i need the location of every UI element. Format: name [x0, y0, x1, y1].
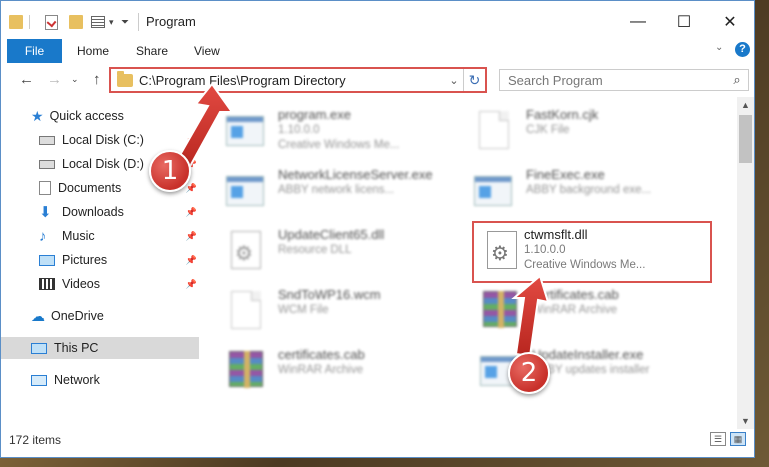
folder-icon — [9, 13, 23, 31]
view-toggle: ☰ ▦ — [710, 432, 746, 446]
dll-icon — [482, 231, 522, 273]
title-bar: ▾ ⏷ Program — ☐ ✕ — [1, 1, 754, 43]
scroll-up-icon[interactable]: ▲ — [737, 97, 754, 113]
back-arrow-icon[interactable]: ← — [19, 71, 34, 88]
pin-icon[interactable]: 📌 — [186, 135, 197, 146]
scroll-down-icon[interactable]: ▼ — [737, 413, 754, 429]
file-item-highlighted[interactable]: ctwmsflt.dll 1.10.0.0 Creative Windows M… — [472, 221, 712, 283]
network-icon — [31, 374, 47, 386]
sidebar-item-network[interactable]: Network — [1, 369, 199, 391]
document-icon — [226, 291, 266, 333]
pin-icon[interactable]: 📌 — [186, 255, 197, 266]
pictures-icon — [39, 254, 55, 266]
navigation-bar: ← → ⌄ ↑ C:\Program Files\Program Directo… — [1, 63, 754, 97]
sidebar-item-music[interactable]: ♪ Music 📌 — [1, 225, 199, 247]
window-title: Program — [146, 14, 196, 29]
file-item[interactable]: SndToWP16.wcm WCM File — [206, 283, 446, 341]
pin-icon[interactable]: 📌 — [186, 183, 197, 194]
exe-icon — [226, 111, 266, 153]
download-icon: ⬇ — [39, 204, 52, 221]
new-folder-icon[interactable] — [69, 13, 83, 31]
recent-locations-icon[interactable]: ⌄ — [71, 74, 79, 85]
file-item[interactable]: NetworkLicenseServer.exe ABBY network li… — [206, 163, 446, 221]
file-view: program.exe 1.10.0.0 Creative Windows Me… — [206, 97, 736, 427]
drive-icon — [39, 135, 55, 145]
details-view-icon[interactable]: ☰ — [710, 432, 726, 446]
navigation-pane: ★ Quick access Local Disk (C:) 📌 Local D… — [1, 101, 201, 421]
file-item[interactable]: certificates.cab WinRAR Archive — [460, 283, 700, 341]
address-path[interactable]: C:\Program Files\Program Directory — [139, 73, 445, 88]
music-icon: ♪ — [39, 227, 47, 245]
help-icon[interactable]: ? — [735, 42, 750, 57]
file-item[interactable]: FastKorn.cjk CJK File — [454, 103, 694, 161]
minimize-button[interactable]: — — [615, 1, 661, 43]
sidebar-item-videos[interactable]: Videos 📌 — [1, 273, 199, 295]
up-arrow-icon[interactable]: ↑ — [93, 71, 101, 88]
close-button[interactable]: ✕ — [707, 1, 753, 43]
forward-arrow-icon[interactable]: → — [47, 71, 62, 88]
callout-badge-1: 1 — [149, 150, 191, 192]
tab-file[interactable]: File — [7, 39, 62, 63]
chevron-down-icon[interactable]: ⌄ — [445, 74, 463, 87]
qa-dropdown-icon[interactable]: ▾ — [109, 13, 114, 31]
star-icon: ★ — [31, 107, 44, 124]
view-options-icon[interactable] — [91, 13, 105, 31]
status-bar: 172 items ☰ ▦ — [1, 429, 754, 451]
videos-icon — [39, 278, 55, 290]
folder-icon — [117, 70, 133, 87]
sidebar-item-pictures[interactable]: Pictures 📌 — [1, 249, 199, 271]
customize-toolbar-icon[interactable]: ⏷ — [121, 13, 129, 31]
scroll-thumb[interactable] — [739, 115, 752, 163]
search-placeholder: Search Program — [508, 72, 603, 88]
dll-icon — [226, 231, 266, 273]
document-icon — [474, 111, 514, 153]
maximize-button[interactable]: ☐ — [661, 1, 707, 43]
sidebar-item-onedrive[interactable]: ☁ OneDrive — [1, 305, 199, 327]
title-separator — [138, 13, 139, 31]
file-item[interactable]: UpdateClient65.dll Resource DLL — [206, 223, 446, 281]
search-input[interactable]: Search Program ⌕ — [499, 69, 749, 91]
ribbon-tabs: File Home Share View ⌄ ? — [1, 39, 754, 63]
file-description: Creative Windows Me... — [524, 259, 646, 271]
file-item[interactable]: program.exe 1.10.0.0 Creative Windows Me… — [206, 103, 446, 161]
refresh-icon[interactable]: ↻ — [463, 69, 485, 91]
tab-share[interactable]: Share — [136, 39, 168, 63]
sidebar-item-quick-access[interactable]: ★ Quick access — [1, 105, 199, 127]
tab-home[interactable]: Home — [77, 39, 109, 63]
search-icon[interactable]: ⌕ — [726, 72, 748, 88]
address-bar[interactable]: C:\Program Files\Program Directory ⌄ ↻ — [109, 67, 487, 93]
file-item[interactable]: UpdateInstaller.exe ABBY updates install… — [460, 343, 700, 401]
computer-icon — [31, 342, 47, 354]
file-name: ctwmsflt.dll — [524, 227, 588, 242]
file-item[interactable]: certificates.cab WinRAR Archive — [206, 343, 446, 401]
tiles-view-icon[interactable]: ▦ — [730, 432, 746, 446]
file-item[interactable]: FineExec.exe ABBY background exe... — [454, 163, 694, 221]
pin-icon[interactable]: 📌 — [186, 231, 197, 242]
cloud-icon: ☁ — [31, 307, 45, 324]
item-count: 172 items — [9, 433, 62, 447]
file-version: 1.10.0.0 — [524, 244, 566, 256]
pin-icon[interactable]: 📌 — [186, 279, 197, 290]
archive-icon — [226, 351, 266, 393]
sidebar-item-local-disk-c[interactable]: Local Disk (C:) 📌 — [1, 129, 199, 151]
pin-icon[interactable]: 📌 — [186, 207, 197, 218]
tab-view[interactable]: View — [194, 39, 220, 63]
qa-separator — [29, 13, 30, 31]
sidebar-item-this-pc[interactable]: This PC — [1, 337, 199, 359]
drive-icon — [39, 159, 55, 169]
exe-icon — [474, 171, 514, 213]
explorer-window: ▾ ⏷ Program — ☐ ✕ File Home Share View ⌄… — [0, 0, 755, 458]
callout-badge-2: 2 — [508, 352, 550, 394]
archive-icon — [480, 291, 520, 333]
vertical-scrollbar[interactable]: ▲ ▼ — [737, 97, 754, 429]
expand-ribbon-icon[interactable]: ⌄ — [715, 42, 723, 53]
sidebar-item-downloads[interactable]: ⬇ Downloads 📌 — [1, 201, 199, 223]
exe-icon — [226, 171, 266, 213]
documents-icon — [39, 181, 51, 195]
properties-icon[interactable] — [45, 13, 58, 31]
